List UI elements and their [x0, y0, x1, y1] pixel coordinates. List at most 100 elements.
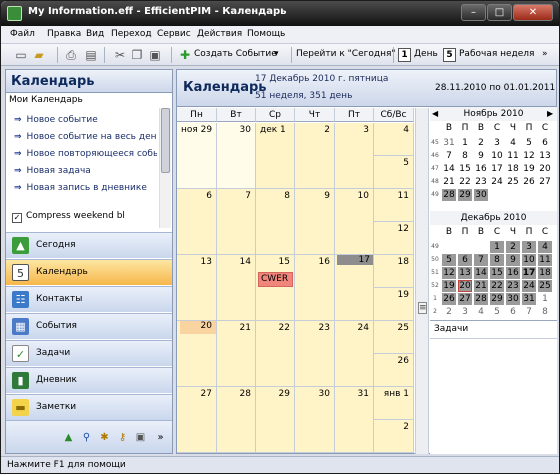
create-event-button[interactable]: Создать Событие	[194, 49, 277, 59]
mini-day[interactable]: 10	[522, 254, 536, 266]
mini-day[interactable]: 28	[442, 189, 456, 201]
mini-day[interactable]: 9	[474, 150, 488, 162]
mini-day[interactable]: 18	[506, 163, 520, 175]
mini-day[interactable]: 19	[442, 280, 456, 292]
mini-day[interactable]: 2	[442, 306, 456, 318]
new-doc-icon[interactable]: ▭	[13, 47, 29, 63]
task-new-allday-event[interactable]: ⇒ Новое событие на весь день	[14, 132, 157, 142]
more-icon[interactable]: »	[154, 431, 167, 444]
mini-day[interactable]: 26	[522, 176, 536, 188]
mini-day[interactable]: 5	[522, 137, 536, 149]
mini-day[interactable]: 21	[442, 176, 456, 188]
weekend-cell[interactable]: 26	[374, 354, 414, 387]
settings-icon[interactable]: ✱	[98, 431, 111, 444]
mini-day[interactable]: 4	[506, 137, 520, 149]
day-cell[interactable]: 31	[335, 387, 374, 453]
mini-day[interactable]: 13	[538, 150, 552, 162]
mini-day[interactable]: 16	[506, 267, 520, 279]
minimize-button[interactable]: –	[461, 4, 486, 21]
nav-contacts[interactable]: ☷ Контакты	[6, 286, 172, 312]
day-cell[interactable]: 13	[177, 255, 217, 321]
prev-month-icon[interactable]: ◀	[432, 107, 438, 121]
day-cell[interactable]: 3	[335, 123, 374, 189]
day-cell[interactable]: 15 CWER	[256, 255, 295, 321]
mini-day[interactable]: 26	[442, 293, 456, 305]
day-cell[interactable]: 22	[256, 321, 295, 387]
day-cell[interactable]: 28	[217, 387, 256, 453]
mini-day[interactable]: 24	[490, 176, 504, 188]
next-month-icon[interactable]: ▶	[547, 107, 553, 121]
mini-day[interactable]: 17	[490, 163, 504, 175]
scrollbar-thumb[interactable]	[161, 108, 170, 173]
key-icon[interactable]: ⚷	[116, 431, 129, 444]
print-icon[interactable]: ⎙	[63, 47, 79, 63]
mini-day[interactable]: 1	[490, 241, 504, 253]
calendar-scrollbar[interactable]: ≡	[415, 108, 429, 454]
mini-day[interactable]: 4	[474, 306, 488, 318]
print-preview-icon[interactable]: ▤	[83, 47, 99, 63]
menu-edit[interactable]: Правка	[47, 29, 81, 39]
day-cell[interactable]: 17	[335, 255, 374, 321]
mini-day[interactable]: 20	[458, 280, 472, 292]
left-panel-scrollbar[interactable]	[159, 108, 171, 228]
scroll-thumb[interactable]: ≡	[418, 302, 427, 314]
goto-today-button[interactable]: Перейти к "Сегодня"	[296, 49, 396, 59]
mini-day[interactable]: 27	[458, 293, 472, 305]
weekend-cell[interactable]: 18	[374, 255, 414, 288]
task-new-event[interactable]: ⇒ Новое событие	[14, 115, 157, 125]
mini-day[interactable]: 20	[538, 163, 552, 175]
mini-day[interactable]: 25	[538, 280, 552, 292]
close-button[interactable]: ✕	[513, 4, 553, 21]
mini-day[interactable]: 23	[506, 280, 520, 292]
day-view-button[interactable]: День	[414, 49, 438, 59]
day-cell[interactable]: 2	[295, 123, 335, 189]
mini-day[interactable]: 7	[442, 150, 456, 162]
mini-day[interactable]: 29	[490, 293, 504, 305]
day-cell[interactable]: 29	[256, 387, 295, 453]
mini-day[interactable]: 3	[458, 306, 472, 318]
cut-icon[interactable]: ✂	[112, 47, 128, 63]
mini-day[interactable]: 9	[506, 254, 520, 266]
mini-day[interactable]: 11	[538, 254, 552, 266]
mini-day[interactable]: 1	[458, 137, 472, 149]
day-cell[interactable]: 14	[217, 255, 256, 321]
mini-day[interactable]: 21	[474, 280, 488, 292]
mini-day[interactable]: 31	[442, 137, 456, 149]
weekend-cell[interactable]: 2	[374, 420, 414, 453]
mini-day[interactable]: 2	[474, 137, 488, 149]
mini-day[interactable]: 1	[538, 293, 552, 305]
mini-day[interactable]: 12	[442, 267, 456, 279]
mini-day[interactable]: 8	[490, 254, 504, 266]
mini-day[interactable]: 25	[506, 176, 520, 188]
mini-day[interactable]: 18	[538, 267, 552, 279]
mini-day[interactable]: 5	[442, 254, 456, 266]
weekend-cell[interactable]: 25	[374, 321, 414, 354]
mini-day[interactable]: 22	[458, 176, 472, 188]
paste-icon[interactable]: ▣	[147, 47, 163, 63]
open-folder-icon[interactable]: ▰	[31, 47, 47, 63]
menu-view[interactable]: Вид	[86, 29, 104, 39]
mini-day[interactable]: 24	[522, 280, 536, 292]
mini-day[interactable]: 22	[490, 280, 504, 292]
mini-day[interactable]: 27	[538, 176, 552, 188]
mini-day[interactable]: 29	[458, 189, 472, 201]
day-cell[interactable]: 16	[295, 255, 335, 321]
nav-events[interactable]: ▦ События	[6, 313, 172, 339]
checkbox-icon[interactable]: ✓	[12, 213, 22, 223]
menu-go[interactable]: Переход	[111, 29, 152, 39]
mini-day[interactable]: 8	[538, 306, 552, 318]
mini-day[interactable]: 16	[474, 163, 488, 175]
mini-day[interactable]: 14	[442, 163, 456, 175]
mini-day[interactable]: 13	[458, 267, 472, 279]
create-event-dropdown-icon[interactable]: ▾	[274, 49, 279, 59]
day-cell[interactable]: 10	[335, 189, 374, 255]
day-cell[interactable]: 30	[295, 387, 335, 453]
mini-day[interactable]: 15	[458, 163, 472, 175]
mini-day[interactable]: 15	[490, 267, 504, 279]
mini-day[interactable]: 17	[522, 267, 536, 279]
weekend-cell[interactable]: 5	[374, 156, 414, 189]
mini-day[interactable]: 4	[538, 241, 552, 253]
nav-today[interactable]: ▲ Сегодня	[6, 232, 172, 258]
mini-day[interactable]: 8	[458, 150, 472, 162]
nav-diary[interactable]: ▮ Дневник	[6, 367, 172, 393]
